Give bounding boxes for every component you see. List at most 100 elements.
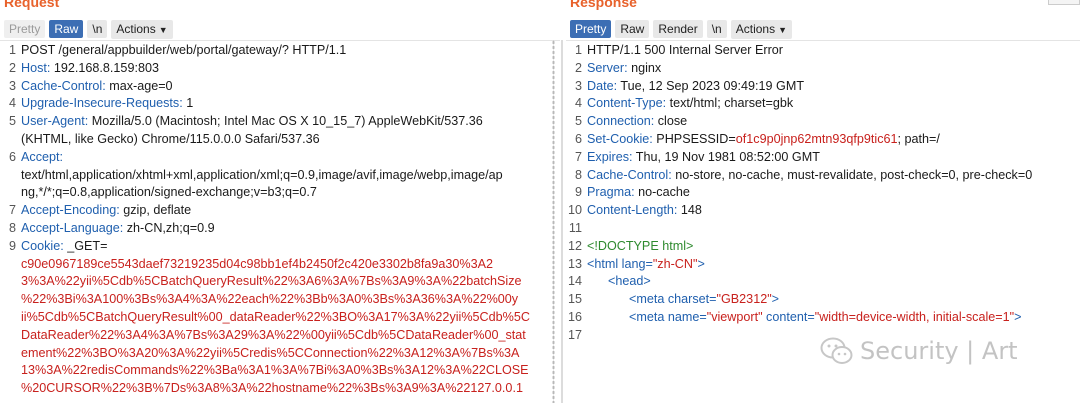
cookie-value-text: ement%22%3BO%3A20%3A%22yii%5Credis%5CCon…: [21, 345, 520, 360]
code-line: 11: [566, 220, 1080, 238]
header-name: Accept:: [21, 149, 63, 164]
header-name: Expires:: [587, 149, 633, 164]
render-button[interactable]: Render: [653, 20, 703, 38]
raw-button[interactable]: Raw: [49, 20, 84, 38]
code-line: 4 Content-Type: text/html; charset=gbk: [566, 95, 1080, 113]
header-value: close: [654, 114, 688, 129]
header-name: Content-Type:: [587, 96, 667, 111]
html-attr-value: "GB2312": [716, 292, 772, 307]
doctype-text: <!DOCTYPE html>: [587, 238, 694, 253]
newline-toggle-button[interactable]: \n: [706, 20, 727, 38]
code-line: 5 Connection: close: [566, 113, 1080, 131]
code-line: 8 Cache-Control: no-store, no-cache, must…: [566, 167, 1080, 185]
request-toolbar: Pretty Raw \n Actions ▼: [4, 19, 173, 39]
header-name: Pragma:: [587, 185, 635, 200]
code-line: 6 Set-Cookie: PHPSESSID=of1c9p0jnp62mtn93…: [566, 131, 1080, 149]
newline-toggle-button[interactable]: \n: [87, 20, 108, 38]
actions-dropdown[interactable]: Actions ▼: [111, 19, 173, 39]
header-name: Date:: [587, 78, 618, 93]
header-value: Tue, 12 Sep 2023 09:49:19 GMT: [617, 78, 805, 93]
line-content: Host: 192.168.8.159:803: [21, 60, 159, 78]
code-line: 4 Upgrade-Insecure-Requests: 1: [0, 95, 560, 113]
line-content: Upgrade-Insecure-Requests: 1: [21, 95, 193, 113]
chevron-down-icon: ▼: [158, 24, 168, 35]
line-number: 7: [574, 149, 582, 164]
code-line: 6 Accept:: [0, 149, 560, 167]
panel-layout-button[interactable]: [1048, 0, 1080, 5]
line-content: Content-Length: 148: [587, 202, 702, 220]
header-value: text/html; charset=gbk: [666, 96, 794, 111]
header-name: Host:: [21, 60, 51, 75]
header-value: zh-CN,zh;q=0.9: [123, 220, 215, 235]
header-value: 1: [182, 96, 194, 111]
code-line: %20CURSOR%22%3B%7Ds%3A8%3A%22hostname%22…: [0, 380, 560, 398]
line-content: <meta charset="GB2312">: [587, 291, 779, 309]
actions-label: Actions: [735, 21, 776, 36]
html-tag-close: >: [697, 256, 705, 271]
line-content: DataReader%22%3A4%3A%7Bs%3A29%3A%22%00yi…: [21, 327, 526, 345]
code-line: ii%5Cdb%5CBatchQueryResult%00_dataReader…: [0, 309, 560, 327]
code-line: 9 Cookie: _GET=: [0, 238, 560, 256]
pane-divider: [561, 40, 563, 403]
code-line: %22%3Bi%3A100%3Bs%3A4%3A%22each%22%3Bb%3…: [0, 291, 560, 309]
watermark-text: Security | Art: [860, 337, 1018, 365]
header-name: Cache-Control:: [21, 78, 106, 93]
response-toolbar: Pretty Raw Render \n Actions ▼: [570, 19, 793, 39]
code-line: 3 Date: Tue, 12 Sep 2023 09:49:19 GMT: [566, 78, 1080, 96]
cookie-value: of1c9p0jnp62mtn93qfp9tic61: [735, 131, 898, 146]
response-editor[interactable]: 1 HTTP/1.1 500 Internal Server Error 2 Serv…: [566, 42, 1080, 345]
code-line: 13 <html lang="zh-CN">: [566, 256, 1080, 274]
line-number: 16: [567, 309, 582, 324]
actions-dropdown[interactable]: Actions ▼: [730, 19, 793, 39]
html-attr-value: "viewport": [706, 309, 763, 324]
line-content: (KHTML, like Gecko) Chrome/115.0.0.0 Saf…: [21, 131, 320, 149]
line-number: 8: [574, 167, 582, 182]
line-number: 4: [8, 96, 16, 111]
line-number: 7: [8, 203, 16, 218]
request-header-divider: [0, 40, 560, 41]
header-value-suffix: ; path=/: [897, 131, 940, 146]
code-line: 12 <!DOCTYPE html>: [566, 238, 1080, 256]
line-number: 2: [8, 60, 16, 75]
html-attr: content=: [762, 309, 815, 324]
header-value: Mozilla/5.0 (Macintosh; Intel Mac OS X 1…: [88, 114, 483, 129]
line-content: %20CURSOR%22%3B%7Ds%3A8%3A%22hostname%22…: [21, 380, 523, 398]
line-number: 3: [574, 78, 582, 93]
code-line: ng,*/*;q=0.8,application/signed-exchange…: [0, 184, 560, 202]
pane-resize-handle[interactable]: [552, 40, 555, 403]
line-content: Set-Cookie: PHPSESSID=of1c9p0jnp62mtn93q…: [587, 131, 940, 149]
line-content: Pragma: no-cache: [587, 184, 690, 202]
code-line: DataReader%22%3A4%3A%7Bs%3A29%3A%22%00yi…: [0, 327, 560, 345]
code-line: 10 Content-Length: 148: [566, 202, 1080, 220]
html-attr: name=: [667, 309, 707, 324]
header-name: Cookie:: [21, 238, 64, 253]
code-line: 1 POST /general/appbuilder/web/portal/gat…: [0, 42, 560, 60]
raw-button[interactable]: Raw: [615, 20, 650, 38]
line-content: Accept:: [21, 149, 63, 167]
line-content: ng,*/*;q=0.8,application/signed-exchange…: [21, 184, 317, 202]
line-content: %22%3Bi%3A100%3Bs%3A4%3A%22each%22%3Bb%3…: [21, 291, 518, 309]
header-name: Accept-Language:: [21, 220, 124, 235]
pretty-button[interactable]: Pretty: [570, 20, 612, 38]
header-value: _GET=: [63, 238, 108, 253]
watermark: Security | Art: [820, 336, 1018, 366]
code-line: 5 User-Agent: Mozilla/5.0 (Macintosh; Int…: [0, 113, 560, 131]
header-value: max-age=0: [105, 78, 173, 93]
code-line: 3%3A%22yii%5Cdb%5CBatchQueryResult%22%3A…: [0, 273, 560, 291]
line-content: Expires: Thu, 19 Nov 1981 08:52:00 GMT: [587, 149, 820, 167]
header-name: Connection:: [587, 114, 655, 129]
line-number: 6: [8, 149, 16, 164]
line-number: 11: [568, 220, 582, 235]
header-name: Upgrade-Insecure-Requests:: [21, 96, 183, 111]
cookie-value-text: 13%3A%22redisCommands%22%3Ba%3A1%3A%7Bi%…: [21, 363, 529, 378]
pretty-button[interactable]: Pretty: [4, 20, 46, 38]
line-content: <meta name="viewport" content="width=dev…: [587, 309, 1021, 327]
line-content: 13%3A%22redisCommands%22%3Ba%3A1%3A%7Bi%…: [21, 362, 529, 380]
line-content: Accept-Encoding: gzip, deflate: [21, 202, 191, 220]
request-editor[interactable]: 1 POST /general/appbuilder/web/portal/gat…: [0, 42, 560, 398]
cookie-value-text: 3%3A%22yii%5Cdb%5CBatchQueryResult%22%3A…: [21, 274, 522, 289]
header-value: no-store, no-cache, must-revalidate, pos…: [671, 167, 1033, 182]
line-content: Content-Type: text/html; charset=gbk: [587, 95, 793, 113]
